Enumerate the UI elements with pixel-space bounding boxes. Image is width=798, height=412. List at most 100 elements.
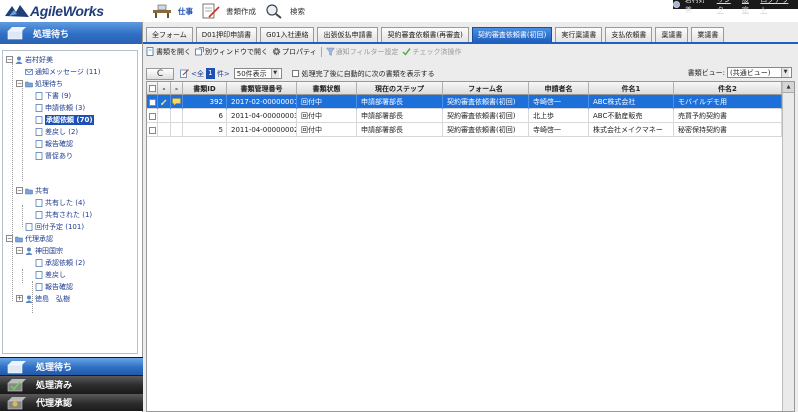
document-icon bbox=[25, 222, 33, 231]
open-new-window-button[interactable]: 別ウィンドウで開く bbox=[195, 47, 268, 57]
logout-link[interactable]: ログアウト bbox=[760, 0, 794, 15]
tree-group-shared[interactable]: − 共有 bbox=[16, 185, 49, 196]
tree-proxy-report[interactable]: 報告確認 bbox=[35, 281, 73, 292]
tree-item-reminder[interactable]: 督促あり bbox=[35, 150, 73, 161]
tab-contract-review-re[interactable]: 契約審査依頼書(再審査) bbox=[381, 27, 469, 42]
tree-group-proxy[interactable]: − 代理承認 bbox=[6, 233, 53, 244]
document-icon bbox=[35, 151, 43, 160]
col-header-id[interactable]: 書類ID bbox=[183, 82, 227, 95]
tab-d01-seal[interactable]: D01押印申請書 bbox=[195, 27, 258, 42]
link-button[interactable]: リンク bbox=[717, 0, 737, 15]
row-checkbox-cell[interactable] bbox=[147, 95, 158, 109]
row-checkbox[interactable] bbox=[148, 98, 156, 106]
refresh-button[interactable]: C bbox=[146, 67, 174, 80]
vertical-scrollbar[interactable]: ▲ bbox=[782, 82, 794, 411]
row-checkbox-cell[interactable] bbox=[147, 109, 158, 123]
pager: <全 1 件> bbox=[180, 68, 230, 79]
tree-proxy-returned[interactable]: 差戻し bbox=[35, 269, 66, 280]
tree-item-approval-request[interactable]: 承認依頼 (70) bbox=[35, 114, 94, 125]
tab-g01-join[interactable]: G01入社連絡 bbox=[260, 27, 315, 42]
check-batch-button[interactable]: チェック済操作 bbox=[402, 47, 461, 57]
tree-item-scheduled[interactable]: 回付予定 (101) bbox=[25, 221, 84, 232]
scroll-up-icon[interactable]: ▲ bbox=[783, 82, 794, 93]
cell-status: 回付中 bbox=[297, 95, 357, 109]
tree-item-apply-request[interactable]: 申請依頼 (3) bbox=[35, 102, 85, 113]
open-new-window-label: 別ウィンドウで開く bbox=[205, 47, 268, 56]
bottom-nav-proxy-label: 代理承認 bbox=[36, 399, 73, 409]
tab-payment-request[interactable]: 支払依頼書 bbox=[605, 27, 653, 42]
collapse-icon[interactable]: − bbox=[16, 187, 23, 194]
tab-trip-advance[interactable]: 出張仮払申請書 bbox=[317, 27, 379, 42]
col-header-mark1[interactable]: - bbox=[158, 82, 171, 95]
col-header-check[interactable] bbox=[147, 82, 158, 95]
tree-proxy-approval[interactable]: 承認依頼 (2) bbox=[35, 257, 85, 268]
row-checkbox[interactable] bbox=[148, 112, 156, 120]
document-icon bbox=[35, 270, 43, 279]
col-header-applicant[interactable]: 申請者名 bbox=[529, 82, 589, 95]
tab-execution-ringi[interactable]: 実行稟議書 bbox=[555, 27, 603, 42]
nav-work[interactable]: 仕事 bbox=[152, 1, 193, 21]
nav-create-document[interactable]: 書類作成 bbox=[200, 1, 256, 21]
per-page-select[interactable]: 50件表示 ▼ bbox=[233, 68, 282, 79]
auto-next-checkbox[interactable] bbox=[291, 70, 299, 77]
tree-group-pending[interactable]: − 処理待ち bbox=[16, 78, 63, 89]
row-mark-cell bbox=[158, 95, 171, 109]
col-header-status[interactable]: 書類状態 bbox=[297, 82, 357, 95]
view-select[interactable]: (共通ビュー) ▼ bbox=[727, 67, 792, 78]
collapse-icon[interactable]: − bbox=[6, 235, 13, 242]
notify-filter-button[interactable]: 通知フィルター設定 bbox=[325, 47, 398, 57]
table-row[interactable]: 6 2011-04-00000003 回付中 申請部署部長 契約審査依頼書(初回… bbox=[147, 109, 794, 123]
bottom-nav-done[interactable]: 処理済み bbox=[0, 375, 143, 393]
left-panel-header: 処理待ち bbox=[0, 22, 142, 44]
table-row[interactable]: 5 2011-04-00000002 回付中 申請部署部長 契約審査依頼書(初回… bbox=[147, 123, 794, 137]
tree-group-shared-label: 共有 bbox=[35, 186, 49, 195]
bottom-nav-pending-label: 処理待ち bbox=[36, 363, 73, 373]
row-checkbox-cell[interactable] bbox=[147, 123, 158, 137]
properties-button[interactable]: プロパティ bbox=[272, 47, 317, 57]
comment-icon[interactable] bbox=[172, 98, 181, 106]
tab-business[interactable]: 業議書 bbox=[691, 27, 725, 42]
collapse-icon[interactable]: − bbox=[16, 80, 23, 87]
col-header-subject2[interactable]: 件名2 bbox=[674, 82, 782, 95]
tree-root-user[interactable]: − 岩村好美 bbox=[6, 54, 53, 65]
cell-subject1: ABC不動産販売 bbox=[589, 109, 674, 123]
tab-all-forms[interactable]: 全フォーム bbox=[146, 27, 193, 42]
table-row[interactable]: 392 2017-02-00000001 回付中 申請部署部長 契約審査依頼書(… bbox=[147, 95, 794, 109]
cell-id: 5 bbox=[183, 123, 227, 137]
col-header-form[interactable]: フォーム名 bbox=[443, 82, 529, 95]
document-icon bbox=[35, 91, 43, 100]
bottom-nav-pending[interactable]: 処理待ち bbox=[0, 357, 143, 375]
cell-form: 契約審査依頼書(初回) bbox=[443, 109, 529, 123]
settings-link[interactable]: 設定 bbox=[742, 0, 755, 15]
collapse-icon[interactable]: − bbox=[16, 247, 23, 254]
tree-item-apply-request-label: 申請依頼 (3) bbox=[45, 103, 86, 112]
open-document-button[interactable]: 書類を開く bbox=[146, 47, 191, 57]
tab-ringi[interactable]: 稟議書 bbox=[655, 27, 689, 42]
user-icon bbox=[673, 1, 680, 8]
tree-item-drafts[interactable]: 下書 (9) bbox=[35, 90, 71, 101]
col-header-subject1[interactable]: 件名1 bbox=[589, 82, 674, 95]
tree-item-notice[interactable]: 通知メッセージ (11) bbox=[25, 66, 100, 77]
tab-contract-review-first[interactable]: 契約審査依頼書(初回) bbox=[471, 27, 553, 42]
tree-proxy-returned-label: 差戻し bbox=[45, 270, 66, 279]
edit-icon[interactable] bbox=[180, 69, 189, 78]
page-number[interactable]: 1 bbox=[205, 68, 215, 79]
row-comment-cell bbox=[171, 95, 183, 109]
select-all-checkbox[interactable] bbox=[148, 85, 156, 92]
collapse-icon[interactable]: − bbox=[6, 56, 13, 63]
logo-text: AgileWorks bbox=[30, 3, 104, 19]
col-header-number[interactable]: 書類管理番号 bbox=[227, 82, 297, 95]
col-header-step[interactable]: 現在のステップ bbox=[357, 82, 443, 95]
row-checkbox[interactable] bbox=[148, 126, 156, 134]
tree-proxy-person[interactable]: − 神田国宗 bbox=[16, 245, 63, 256]
tree-item-report-check[interactable]: 報告確認 bbox=[35, 138, 73, 149]
tree-item-returned[interactable]: 差戻し (2) bbox=[35, 126, 78, 137]
nav-search[interactable]: 検索 bbox=[264, 1, 305, 21]
col-header-mark2[interactable]: - bbox=[171, 82, 183, 95]
tree-other-person[interactable]: + 徳島 弘樹 bbox=[16, 293, 70, 304]
logo[interactable]: AgileWorks bbox=[4, 1, 142, 21]
expand-icon[interactable]: + bbox=[16, 295, 23, 302]
bottom-nav-proxy[interactable]: 代理承認 bbox=[0, 393, 143, 411]
tree-item-shared-with-me[interactable]: 共有された (1) bbox=[35, 209, 92, 220]
tree-item-shared-by-me[interactable]: 共有した (4) bbox=[35, 197, 85, 208]
